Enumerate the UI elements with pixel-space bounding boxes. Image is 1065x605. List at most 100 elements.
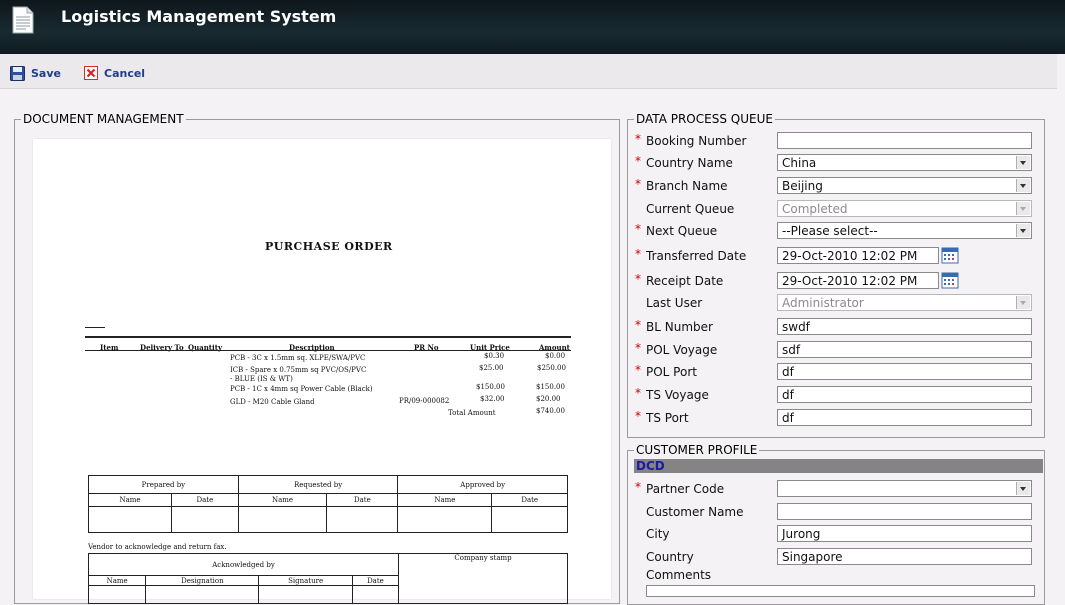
partner-code-select[interactable] [777,480,1032,497]
required-marker: * [635,132,641,146]
required-marker: * [635,363,641,377]
customer-name-input[interactable] [777,503,1032,520]
booking-number-row: * Booking Number [635,132,1035,152]
row-amount: $20.00 [536,395,561,403]
row-description: - BLUE (IS & WT) [230,375,293,383]
sign-sub: Name [87,493,173,507]
ts-voyage-row: * TS Voyage df [635,386,1035,406]
cancel-button[interactable]: Cancel [84,66,145,80]
branch-name-select[interactable]: Beijing [777,177,1032,194]
total-value: $740.00 [536,407,565,415]
country-name-select[interactable]: China [777,154,1032,171]
customer-name-row: Customer Name [635,503,1035,523]
chevron-down-icon [1016,296,1030,309]
customer-profile-legend: CUSTOMER PROFILE [636,443,758,457]
pol-voyage-row: * POL Voyage sdf [635,341,1035,361]
document-icon [12,6,34,34]
customer-name-label: Customer Name [646,505,744,519]
save-button[interactable]: Save [10,66,61,81]
row-description: PCB - 1C x 4mm sq Power Cable (Black) [230,385,373,393]
current-queue-row: Current Queue Completed [635,200,1035,220]
sign-sub: Date [326,493,399,507]
acknowledge-table: Acknowledged by Company stamp Name Desig… [87,553,568,604]
chevron-down-icon[interactable] [1016,224,1030,237]
cancel-icon [84,66,98,80]
current-queue-label: Current Queue [646,202,735,216]
booking-number-input[interactable] [777,132,1032,149]
save-icon [10,66,25,81]
pol-port-input[interactable]: df [777,363,1032,380]
rule [85,327,105,328]
chevron-down-icon [1016,202,1030,215]
app-title: Logistics Management System [61,7,337,26]
required-marker: * [635,409,641,423]
required-marker: * [635,222,641,236]
branch-name-label: Branch Name [646,179,728,193]
row-description: ICB - Spare x 0.75mm sq PVC/OS/PVC [230,366,367,374]
bl-number-input[interactable]: swdf [777,318,1032,335]
sign-sub: Name [237,493,328,507]
row-unit: $32.00 [480,395,505,403]
row-description: GLD - M20 Cable Gland [230,398,315,406]
ts-voyage-label: TS Voyage [646,388,709,402]
booking-number-label: Booking Number [646,134,747,148]
scanned-document-viewer[interactable]: PURCHASE ORDER Item Delivery To Quantity… [33,139,611,604]
rule [85,350,571,351]
sign-header: Requested by [237,474,399,495]
ts-port-row: * TS Port df [635,409,1035,429]
receipt-date-row: * Receipt Date 29-Oct-2010 12:02 PM [635,272,1035,292]
calendar-icon[interactable] [941,246,959,264]
country-input[interactable]: Singapore [777,548,1032,565]
receipt-date-input[interactable]: 29-Oct-2010 12:02 PM [777,272,939,289]
city-input[interactable]: Jurong [777,525,1032,542]
transferred-date-row: * Transferred Date 29-Oct-2010 12:02 PM [635,247,1035,267]
required-marker: * [635,247,641,261]
data-process-queue-legend: DATA PROCESS QUEUE [636,112,773,126]
pol-voyage-label: POL Voyage [646,343,718,357]
country-row: Country Singapore [635,548,1035,568]
chevron-down-icon[interactable] [1016,482,1030,495]
receipt-date-label: Receipt Date [646,274,724,288]
city-row: City Jurong [635,525,1035,545]
row-unit: $25.00 [479,364,504,372]
toolbar: Save Cancel [0,54,1057,89]
ack-header: Acknowledged by [88,553,399,576]
pol-port-row: * POL Port df [635,363,1035,383]
next-queue-select[interactable]: --Please select-- [777,222,1032,239]
row-amount: $250.00 [537,364,566,372]
country-name-row: * Country Name China [635,154,1035,174]
required-marker: * [635,318,641,332]
save-label: Save [31,67,61,80]
ts-port-input[interactable]: df [777,409,1032,426]
po-title: PURCHASE ORDER [265,240,393,253]
next-queue-value: --Please select-- [782,224,878,238]
ack-sub: Designation [145,575,260,586]
row-amount: $0.00 [545,352,566,360]
required-marker: * [635,480,641,494]
company-stamp: Company stamp [398,553,568,604]
chevron-down-icon[interactable] [1016,179,1030,192]
comments-label: Comments [646,568,712,582]
sign-sub: Date [171,493,239,507]
chevron-down-icon[interactable] [1016,156,1030,169]
comments-textarea[interactable] [646,585,1035,597]
vendor-note: Vendor to acknowledge and return fax. [88,543,227,551]
branch-name-row: * Branch Name Beijing [635,177,1035,197]
sign-header: Approved by [397,474,568,495]
calendar-icon[interactable] [941,271,959,289]
last-user-value: Administrator [782,296,864,310]
row-description: PCB - 3C x 1.5mm sq. XLPE/SWA/PVC [230,354,366,362]
partner-code-label: Partner Code [646,482,725,496]
current-queue-value: Completed [782,202,848,216]
pol-voyage-input[interactable]: sdf [777,341,1032,358]
pol-port-label: POL Port [646,365,697,379]
ts-voyage-input[interactable]: df [777,386,1032,403]
row-amount: $150.00 [536,383,565,391]
next-queue-label: Next Queue [646,224,718,238]
cancel-label: Cancel [104,66,146,80]
required-marker: * [635,386,641,400]
transferred-date-input[interactable]: 29-Oct-2010 12:02 PM [777,247,939,264]
sign-sub: Date [491,493,568,507]
branch-name-value: Beijing [782,179,823,193]
document-management-legend: DOCUMENT MANAGEMENT [23,112,184,126]
